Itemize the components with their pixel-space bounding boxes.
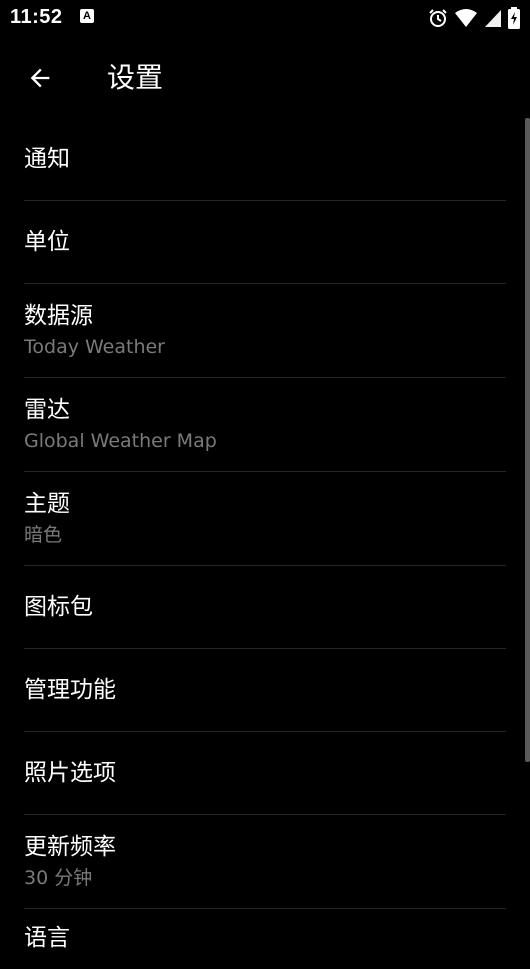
setting-radar[interactable]: 雷达 Global Weather Map	[24, 378, 506, 472]
setting-summary: 30 分钟	[24, 866, 93, 889]
arrow-back-icon	[30, 68, 50, 88]
alarm-icon	[429, 9, 447, 27]
setting-icon-pack[interactable]: 图标包	[24, 566, 506, 649]
back-button[interactable]	[18, 56, 62, 100]
setting-update-frequency[interactable]: 更新频率 30 分钟	[24, 815, 506, 909]
status-time: 11:52	[10, 6, 63, 28]
setting-title: 通知	[24, 146, 70, 172]
setting-summary: 暗色	[24, 523, 63, 546]
setting-title: 语言	[24, 925, 70, 951]
setting-data-source[interactable]: 数据源 Today Weather	[24, 284, 506, 378]
settings-list: 通知 单位 数据源 Today Weather 雷达 Global Weathe…	[0, 118, 530, 969]
setting-summary: Global Weather Map	[24, 429, 217, 452]
signal-icon	[485, 10, 501, 27]
setting-title: 图标包	[24, 594, 93, 620]
setting-theme[interactable]: 主题 暗色	[24, 472, 506, 566]
setting-summary: Today Weather	[24, 335, 165, 358]
setting-title: 数据源	[24, 302, 93, 329]
setting-title: 单位	[24, 229, 70, 255]
battery-icon	[508, 7, 520, 29]
setting-photo-options[interactable]: 照片选项	[24, 732, 506, 815]
status-bar: 11:52 A	[0, 0, 530, 36]
wifi-icon	[455, 9, 477, 27]
a-app-icon: A	[80, 9, 94, 23]
setting-title: 管理功能	[24, 677, 116, 703]
setting-units[interactable]: 单位	[24, 201, 506, 284]
status-icons	[428, 6, 520, 30]
scrollbar[interactable]	[525, 118, 530, 762]
app-bar: 设置	[0, 36, 530, 118]
setting-title: 照片选项	[24, 760, 116, 786]
setting-manage-features[interactable]: 管理功能	[24, 649, 506, 732]
setting-language[interactable]: 语言	[24, 909, 506, 969]
page-title: 设置	[107, 61, 164, 94]
setting-title: 主题	[24, 490, 70, 517]
setting-title: 更新频率	[24, 833, 116, 860]
a-app-icon-letter: A	[83, 10, 91, 22]
setting-notifications[interactable]: 通知	[24, 118, 506, 201]
setting-title: 雷达	[24, 396, 70, 423]
